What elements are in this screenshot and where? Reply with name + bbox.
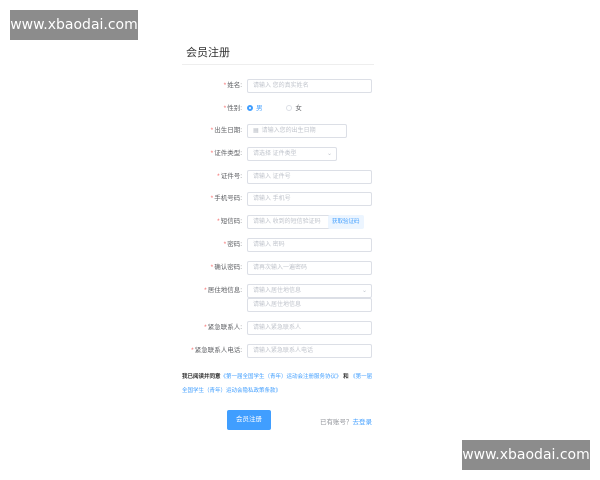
calendar-icon: ▦: [253, 128, 259, 134]
gender-radio-group: 男 女: [247, 102, 324, 117]
birthday-input[interactable]: ▦ 请输入您的出生日期: [247, 124, 347, 138]
address-region-select[interactable]: 请输入居住地信息 ⌄: [247, 284, 372, 298]
gender-male-label[interactable]: 男: [256, 105, 263, 112]
login-hint: 已有账号？去登录: [320, 416, 372, 426]
page-title: 会员注册: [186, 47, 230, 59]
agreement-and: 和: [343, 374, 349, 380]
title-divider: [182, 64, 374, 65]
gender-male-radio[interactable]: [247, 105, 253, 111]
register-button[interactable]: 会员注册: [227, 410, 271, 430]
emergency-contact-input[interactable]: 请输入紧急联系人: [247, 321, 372, 335]
id-number-label: *证件号:: [217, 173, 242, 180]
emergency-contact-label: *紧急联系人:: [204, 324, 242, 331]
agreement-prefix: 我已阅读并同意: [182, 374, 221, 380]
password-label: *密码:: [223, 241, 242, 248]
id-type-label: *证件类型:: [210, 150, 242, 157]
emergency-phone-input[interactable]: 请输入紧急联系人电话: [247, 344, 372, 358]
id-type-placeholder: 请选择 证件类型: [253, 151, 297, 157]
birthday-label: *出生日期:: [210, 127, 242, 134]
agreement-text: 我已阅读并同意《第一届全国学生（青年）运动会注册服务协议》 和 《第一届全国学生…: [182, 370, 377, 398]
emergency-phone-label: *紧急联系人电话:: [191, 347, 242, 354]
gender-female-label[interactable]: 女: [295, 105, 302, 112]
gender-female-radio[interactable]: [286, 105, 293, 111]
phone-label: *手机号码:: [210, 195, 242, 202]
name-label: *姓名:: [223, 82, 242, 89]
chevron-down-icon: ⌄: [361, 288, 367, 294]
chevron-down-icon: ⌄: [326, 151, 332, 157]
sms-code-label: *短信码:: [217, 218, 242, 225]
name-input[interactable]: 请输入 您的真实姓名: [247, 79, 372, 93]
get-code-button[interactable]: 获取验证码: [328, 215, 364, 229]
id-number-input[interactable]: 请输入 证件号: [247, 170, 372, 184]
confirm-password-input[interactable]: 请再次输入一遍密码: [247, 261, 372, 275]
address-detail-input[interactable]: 请输入居住地信息: [247, 298, 372, 312]
watermark-bottom: www.xbaodai.com: [462, 440, 590, 470]
login-hint-text: 已有账号？: [320, 419, 353, 426]
birthday-placeholder: 请输入您的出生日期: [261, 128, 316, 134]
gender-label: *性别:: [223, 105, 242, 112]
confirm-password-label: *确认密码:: [210, 264, 242, 271]
watermark-top: www.xbaodai.com: [10, 10, 138, 40]
id-type-select[interactable]: 请选择 证件类型 ⌄: [247, 147, 337, 161]
service-agreement-link[interactable]: 《第一届全国学生（青年）运动会注册服务协议》: [221, 374, 342, 380]
password-input[interactable]: 请输入 密码: [247, 238, 372, 252]
phone-input[interactable]: 请输入 手机号: [247, 192, 372, 206]
address-label: *居住地信息:: [204, 287, 242, 294]
go-login-link[interactable]: 去登录: [353, 419, 373, 426]
address-region-placeholder: 请输入居住地信息: [253, 288, 302, 294]
